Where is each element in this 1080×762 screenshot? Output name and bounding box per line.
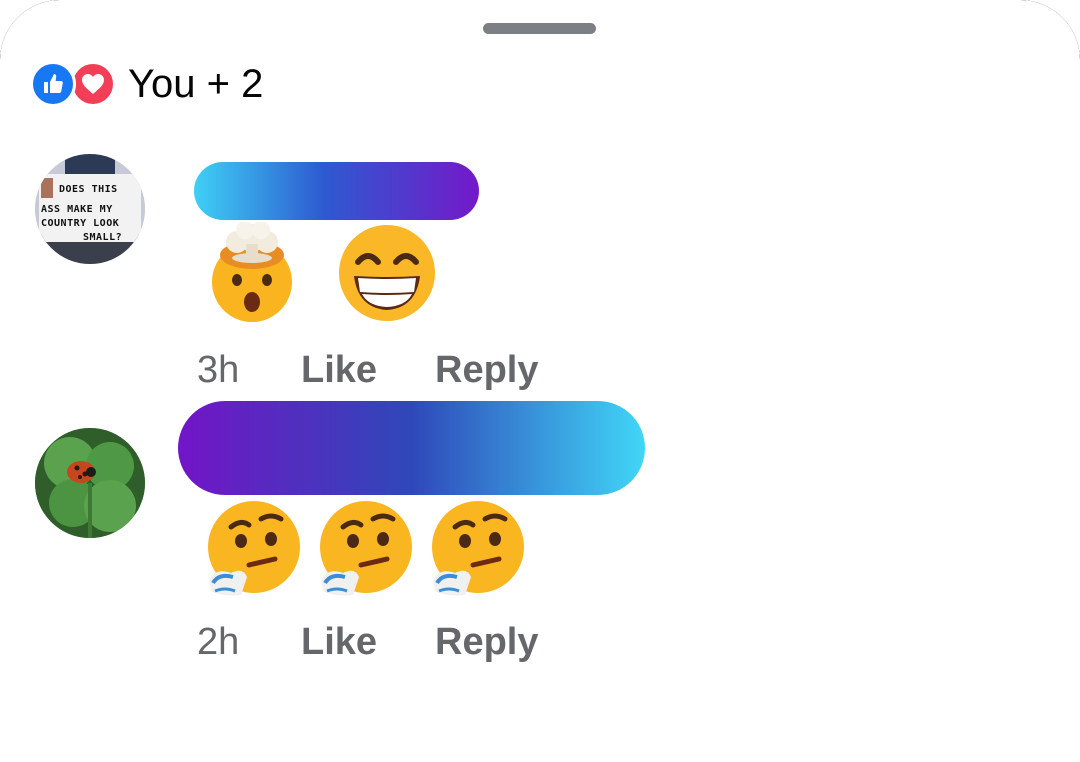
- sheet-panel: You + 2 DOES THIS ASS MAKE MY COUNTRY LO…: [0, 0, 1080, 762]
- like-icon: [30, 61, 76, 107]
- reply-comment-button[interactable]: Reply: [435, 348, 538, 392]
- ladybug-clover-avatar: [35, 428, 145, 538]
- thinking-face-emoji: [208, 501, 300, 596]
- like-comment-button[interactable]: Like: [301, 348, 377, 392]
- reactions-count-text: You + 2: [128, 62, 264, 106]
- commenter-avatar[interactable]: [35, 428, 145, 538]
- avatar-sign-line: ASS MAKE MY: [41, 204, 113, 215]
- avatar-sign-line: SMALL?: [83, 232, 123, 243]
- reactions-summary[interactable]: You + 2: [30, 60, 263, 108]
- thinking-face-emoji: [432, 501, 524, 596]
- reactions-sheet: You + 2 DOES THIS ASS MAKE MY COUNTRY LO…: [0, 0, 1080, 762]
- comment-timestamp: 3h: [197, 349, 240, 391]
- comment-bubble[interactable]: [194, 162, 479, 220]
- commenter-avatar[interactable]: DOES THIS ASS MAKE MY COUNTRY LOOK SMALL…: [35, 154, 145, 264]
- thinking-face-emoji: [320, 501, 412, 596]
- avatar-sign-line: DOES THIS: [59, 184, 118, 195]
- like-comment-button[interactable]: Like: [301, 620, 377, 664]
- reply-comment-button[interactable]: Reply: [435, 620, 538, 664]
- exploding-head-emoji: [212, 222, 292, 322]
- grinning-squinting-face-emoji: [339, 225, 435, 321]
- comment-bubble[interactable]: [178, 401, 645, 495]
- comment-timestamp: 2h: [197, 621, 240, 663]
- avatar-sign-line: COUNTRY LOOK: [41, 218, 120, 229]
- love-icon: [70, 61, 116, 107]
- drag-handle[interactable]: [483, 23, 596, 34]
